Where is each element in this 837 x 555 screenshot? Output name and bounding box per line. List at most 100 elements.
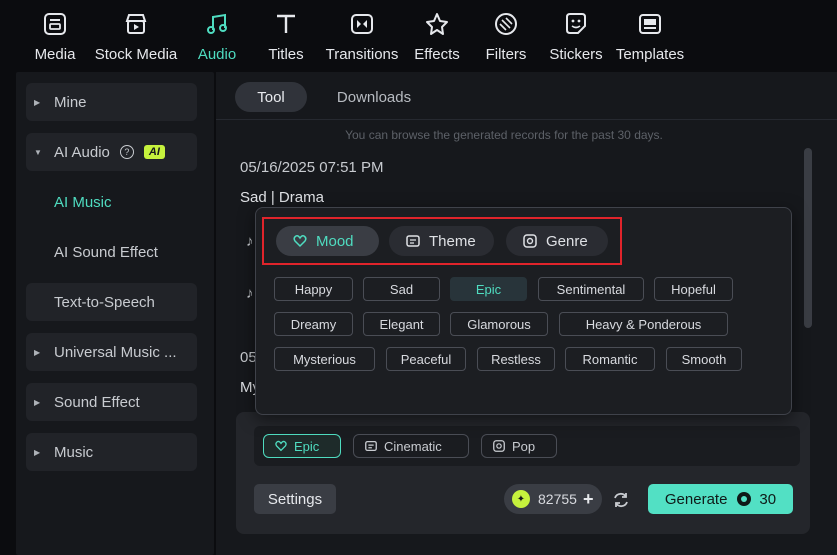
chevron-right-icon: ▶	[34, 447, 41, 457]
stock-media-icon	[122, 10, 150, 38]
sidebar-item-label: AI Music	[54, 193, 112, 211]
mood-chip-epic[interactable]: Epic	[450, 277, 527, 301]
toolbar-label: Templates	[615, 46, 685, 63]
chevron-right-icon: ▶	[34, 97, 41, 107]
mood-chip-restless[interactable]: Restless	[477, 347, 555, 371]
sidebar-item-music[interactable]: ▶ Music	[26, 433, 197, 471]
sidebar-item-label: Mine	[54, 93, 87, 111]
toolbar-label: Media	[34, 46, 76, 63]
sidebar-item-universal-music[interactable]: ▶ Universal Music ...	[26, 333, 197, 371]
generate-label: Generate	[664, 490, 728, 508]
toolbar-titles[interactable]: Titles	[266, 6, 306, 68]
mood-chip-glamorous[interactable]: Glamorous	[450, 312, 548, 336]
sidebar-item-ai-sound-effect[interactable]: AI Sound Effect	[26, 233, 197, 271]
scrollbar[interactable]	[804, 148, 812, 328]
toolbar-templates[interactable]: Templates	[616, 6, 684, 68]
category-label: Theme	[429, 232, 476, 250]
sidebar-item-label: AI Audio	[54, 143, 110, 161]
mood-chip-mysterious[interactable]: Mysterious	[274, 347, 375, 371]
media-icon	[41, 10, 69, 38]
chip-label: Pop	[512, 438, 536, 454]
theme-icon	[406, 235, 420, 247]
help-icon[interactable]: ?	[119, 145, 134, 159]
credits-count: 82755	[538, 491, 577, 507]
selected-mood-chip[interactable]: Epic	[263, 434, 341, 458]
toolbar-label: Transitions	[325, 46, 399, 63]
toolbar-label: Effects	[414, 46, 460, 63]
add-credits-icon[interactable]: +	[583, 489, 594, 510]
toolbar-media[interactable]: Media	[34, 6, 76, 68]
mood-chip-elegant[interactable]: Elegant	[363, 312, 440, 336]
ai-badge: AI	[143, 145, 165, 159]
selected-tags-row: Epic Cinematic Pop	[254, 426, 800, 466]
category-theme-button[interactable]: Theme	[389, 226, 494, 256]
record-tags: Sad | Drama	[240, 189, 324, 206]
transitions-icon	[348, 10, 376, 38]
selected-theme-chip[interactable]: Cinematic	[353, 434, 469, 458]
category-label: Genre	[546, 232, 588, 250]
toolbar-label: Titles	[268, 46, 304, 63]
generate-cost: 30	[759, 490, 777, 508]
mood-chip-sentimental[interactable]: Sentimental	[538, 277, 644, 301]
generate-button[interactable]: Generate 30	[648, 484, 793, 514]
category-genre-button[interactable]: Genre	[506, 226, 608, 256]
category-label: Mood	[316, 232, 354, 250]
tab-downloads[interactable]: Downloads	[324, 82, 424, 112]
toolbar-label: Audio	[197, 46, 237, 63]
credit-coin-icon	[737, 492, 752, 506]
settings-button[interactable]: Settings	[254, 484, 336, 514]
mood-icon	[275, 440, 287, 452]
toolbar-label: Stock Media	[94, 46, 178, 63]
mood-chip-peaceful[interactable]: Peaceful	[386, 347, 466, 371]
audio-icon	[203, 10, 231, 38]
mood-chip-sad[interactable]: Sad	[363, 277, 440, 301]
genre-icon	[493, 440, 505, 452]
refresh-icon[interactable]	[612, 491, 630, 509]
sidebar-item-text-to-speech[interactable]: Text-to-Speech	[26, 283, 197, 321]
selected-genre-chip[interactable]: Pop	[481, 434, 557, 458]
mood-chip-smooth[interactable]: Smooth	[666, 347, 742, 371]
chip-label: Epic	[294, 438, 320, 454]
toolbar-label: Stickers	[549, 46, 603, 63]
chevron-right-icon: ▶	[34, 347, 41, 357]
sidebar-item-ai-audio[interactable]: ▼ AI Audio ? AI	[26, 133, 197, 171]
mood-chip-dreamy[interactable]: Dreamy	[274, 312, 353, 336]
category-mood-button[interactable]: Mood	[276, 226, 379, 256]
history-notice: You can browse the generated records for…	[345, 128, 663, 142]
mood-chip-heavy-ponderous[interactable]: Heavy & Ponderous	[559, 312, 728, 336]
toolbar-transitions[interactable]: Transitions	[326, 6, 398, 68]
credits-balance[interactable]: ✦ 82755 +	[504, 484, 602, 514]
toolbar-effects[interactable]: Effects	[414, 6, 460, 68]
sidebar-item-label: Text-to-Speech	[54, 293, 155, 311]
mood-chip-hopeful[interactable]: Hopeful	[654, 277, 733, 301]
toolbar-audio[interactable]: Audio	[196, 6, 238, 68]
toolbar-stickers[interactable]: Stickers	[549, 6, 603, 68]
templates-icon	[636, 10, 664, 38]
music-note-icon: ♪	[246, 285, 254, 302]
record-date: 05/16/2025 07:51 PM	[240, 159, 384, 176]
sidebar-item-label: AI Sound Effect	[54, 243, 158, 261]
mood-icon	[293, 235, 307, 248]
chevron-right-icon: ▶	[34, 397, 41, 407]
titles-icon	[272, 10, 300, 38]
toolbar-stock-media[interactable]: Stock Media	[95, 6, 177, 68]
mood-popup: Mood Theme Genre Happy Sad Epic Sentimen…	[255, 207, 792, 415]
theme-icon	[365, 440, 377, 452]
genre-icon	[523, 234, 537, 248]
sidebar-item-label: Sound Effect	[54, 393, 140, 411]
top-toolbar: Media Stock Media Audio Titles Transitio…	[0, 0, 837, 72]
filters-icon	[492, 10, 520, 38]
tab-bar: Tool Downloads	[216, 72, 837, 120]
sidebar: ▶ Mine ▼ AI Audio ? AI AI Music AI Sound…	[16, 72, 214, 555]
mood-chip-romantic[interactable]: Romantic	[565, 347, 655, 371]
credit-coin-icon: ✦	[512, 490, 530, 508]
tab-tool[interactable]: Tool	[235, 82, 307, 112]
sidebar-item-mine[interactable]: ▶ Mine	[26, 83, 197, 121]
effects-icon	[423, 10, 451, 38]
toolbar-filters[interactable]: Filters	[486, 6, 526, 68]
toolbar-label: Filters	[485, 46, 527, 63]
mood-chip-happy[interactable]: Happy	[274, 277, 353, 301]
sidebar-item-ai-music[interactable]: AI Music	[26, 183, 197, 221]
generate-panel: Epic Cinematic Pop Settings ✦ 82755 + Ge…	[236, 412, 810, 534]
sidebar-item-sound-effect[interactable]: ▶ Sound Effect	[26, 383, 197, 421]
